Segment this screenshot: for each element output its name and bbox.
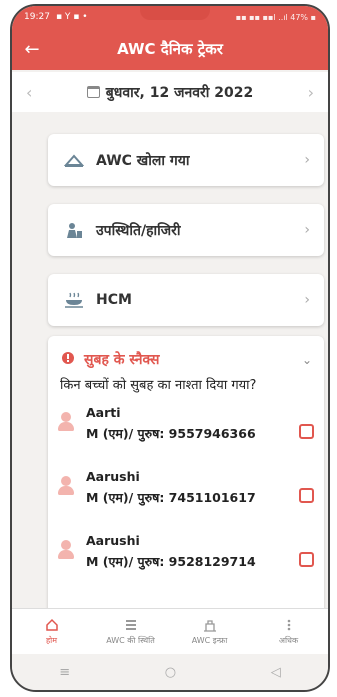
hcm-icon — [62, 292, 86, 308]
awc-infra-icon — [203, 619, 216, 632]
nav-label: AWC इन्फ्रा — [191, 635, 228, 645]
snack-header[interactable]: सुबह के स्नैक्स ⌄ — [48, 336, 324, 377]
card-label: उपस्थिति/हाजिरी — [96, 222, 181, 239]
status-indicators: ▪ Y ▪ • — [55, 12, 88, 22]
next-date-button[interactable]: › — [308, 83, 314, 102]
nav-label: अधिक — [278, 635, 299, 645]
child-name: Aarti — [86, 405, 121, 420]
child-detail: M (एम)/ पुरुष: 9528129714 — [86, 554, 256, 569]
nav-label: AWC की स्थिति — [106, 635, 155, 645]
card-attendance[interactable]: उपस्थिति/हाजिरी › — [48, 204, 324, 256]
bottom-nav: होम AWC की स्थिति AWC इन्फ्रा अधिक — [12, 608, 328, 654]
date-display[interactable]: बुधवार, 12 जनवरी 2022 — [86, 83, 254, 102]
child-detail: M (एम)/ पुरुष: 9557946366 — [86, 426, 256, 441]
awc-status-icon — [125, 619, 136, 630]
child-avatar-icon — [58, 412, 74, 432]
snack-checkbox[interactable] — [299, 424, 314, 439]
chevron-right-icon: › — [304, 292, 310, 308]
more-icon — [287, 619, 290, 630]
snack-question: किन बच्चों को सुबह का नाश्ता दिया गया? — [60, 378, 257, 393]
list-item: Aarushi M (एम)/ पुरुष: 9528129714 — [48, 530, 324, 586]
list-item: Aarushi M (एम)/ पुरुष: 7451101617 — [48, 466, 324, 522]
chevron-right-icon: › — [304, 222, 310, 238]
card-label: HCM — [96, 292, 132, 308]
card-label: AWC खोला गया — [96, 152, 190, 169]
snack-section: सुबह के स्नैक्स ⌄ किन बच्चों को सुबह का … — [48, 336, 324, 618]
chevron-right-icon: › — [304, 152, 310, 168]
child-avatar-icon — [58, 476, 74, 496]
back-triangle-icon[interactable]: ◁ — [271, 665, 281, 680]
card-awc-open[interactable]: AWC खोला गया › — [48, 134, 324, 186]
date-label: बुधवार, 12 जनवरी 2022 — [105, 84, 254, 101]
calendar-icon — [86, 86, 100, 98]
snack-checkbox[interactable] — [299, 488, 314, 503]
page-title: AWC दैनिक ट्रेकर — [117, 40, 223, 58]
date-bar: ‹ बुधवार, 12 जनवरी 2022 › — [12, 72, 328, 112]
nav-awc-status[interactable]: AWC की स्थिति — [91, 609, 170, 654]
nav-more[interactable]: अधिक — [249, 609, 328, 654]
attendance-icon — [62, 221, 86, 239]
camera-notch — [140, 6, 210, 20]
prev-date-button[interactable]: ‹ — [26, 83, 32, 102]
child-name: Aarushi — [86, 533, 140, 548]
snack-icon — [60, 350, 76, 369]
nav-home[interactable]: होम — [12, 609, 91, 654]
back-button[interactable]: ← — [12, 39, 52, 60]
app-bar: ← AWC दैनिक ट्रेकर — [12, 28, 328, 70]
card-hcm[interactable]: HCM › — [48, 274, 324, 326]
snack-checkbox[interactable] — [299, 552, 314, 567]
snack-title: सुबह के स्नैक्स — [84, 352, 160, 368]
child-name: Aarushi — [86, 469, 140, 484]
home-circle-icon[interactable]: ○ — [165, 665, 176, 680]
arrow-left-icon: ← — [24, 38, 40, 60]
phone-frame: 19:27 ▪ Y ▪ • ▪▪ ▪▪ ▪▪l ..ıl 47% ▪ ← AWC… — [10, 4, 330, 692]
list-item: Aarti M (एम)/ पुरुष: 9557946366 — [48, 402, 324, 458]
status-time: 19:27 — [24, 12, 50, 22]
home-icon — [45, 618, 58, 631]
status-right-icons: ▪▪ ▪▪ ▪▪l ..ıl 47% ▪ — [235, 12, 316, 22]
nav-label: होम — [45, 635, 58, 645]
chevron-down-icon[interactable]: ⌄ — [302, 353, 312, 367]
child-detail: M (एम)/ पुरुष: 7451101617 — [86, 490, 256, 505]
nav-awc-infra[interactable]: AWC इन्फ्रा — [170, 609, 249, 654]
awc-open-icon — [62, 153, 86, 167]
recent-apps-icon[interactable]: ≡ — [59, 665, 70, 680]
child-avatar-icon — [58, 540, 74, 560]
system-nav-bar: ≡ ○ ◁ — [12, 654, 328, 690]
